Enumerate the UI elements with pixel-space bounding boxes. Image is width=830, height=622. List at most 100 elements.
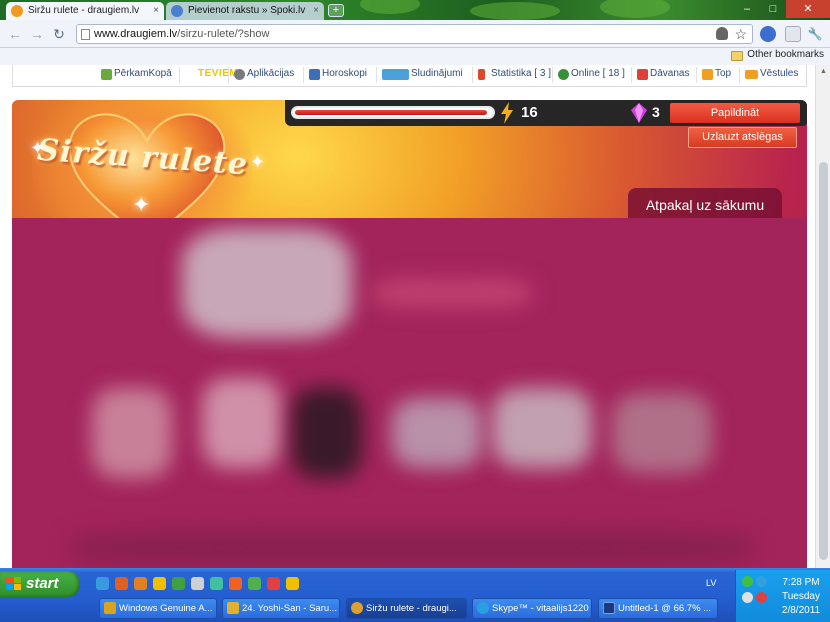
energy-count: 16 — [521, 104, 538, 121]
task-windows-genuine[interactable]: Windows Genuine A... — [99, 598, 217, 619]
chrome-icon — [351, 602, 363, 614]
security-alert-icon[interactable] — [756, 592, 767, 603]
draugiem-favicon-icon — [11, 5, 23, 17]
nav-perkamkopa[interactable]: PērkamKopā — [101, 68, 172, 80]
ads-icon — [382, 69, 409, 80]
blurred-image — [182, 228, 352, 338]
new-tab-button[interactable]: + — [328, 4, 344, 17]
nav-divider — [303, 67, 304, 83]
nav-divider — [552, 67, 553, 83]
scroll-up-icon[interactable]: ▲ — [820, 68, 827, 75]
nav-label: PērkamKopā — [114, 68, 172, 79]
clock[interactable]: 7:28 PM Tuesday 2/8/2011 — [776, 576, 826, 618]
blurred-photo — [612, 393, 712, 473]
folder-icon — [731, 51, 744, 61]
quick-launch-icon[interactable] — [286, 577, 299, 590]
nav-online[interactable]: Online [ 18 ] — [558, 68, 625, 80]
url-domain: www.draugiem.lv — [94, 28, 178, 40]
address-bar[interactable]: www.draugiem.lv/sirzu-rulete/?show ☆ — [76, 24, 753, 44]
privacy-icon[interactable] — [716, 27, 728, 40]
reload-button[interactable]: ↻ — [50, 25, 68, 43]
quick-launch-icon[interactable] — [115, 577, 128, 590]
nav-top[interactable]: Top — [702, 68, 732, 80]
messenger-icon — [227, 602, 239, 614]
wrench-icon[interactable]: 🔧 — [807, 26, 823, 42]
nav-davanas[interactable]: Dāvanas — [637, 68, 689, 80]
nav-divider — [631, 67, 632, 83]
nav-horoskopi[interactable]: Horoskopi — [309, 68, 367, 80]
forward-button[interactable]: → — [28, 25, 46, 43]
diamond-gem-icon — [631, 103, 647, 123]
back-button[interactable]: ← — [6, 25, 24, 43]
quick-launch-icon[interactable] — [172, 577, 185, 590]
horoscope-icon — [309, 69, 320, 80]
start-button[interactable]: start — [0, 571, 80, 597]
quick-launch-icon[interactable] — [248, 577, 261, 590]
url-path: /sirzu-rulete/?show — [177, 28, 270, 40]
skype-tray-icon[interactable] — [756, 576, 767, 587]
teviem-logo[interactable]: TEVIEM — [198, 68, 238, 79]
show-hidden-icons-icon[interactable] — [742, 592, 753, 603]
nav-label: Top — [715, 68, 732, 79]
nav-vestules[interactable]: Vēstules — [745, 68, 798, 79]
page-icon — [81, 29, 90, 40]
photoshop-icon — [603, 602, 615, 614]
task-messenger[interactable]: 24. Yoshi-San - Saru... — [222, 598, 340, 619]
hack-keys-button[interactable]: Uzlauzt atslēgas — [688, 127, 797, 148]
minimize-button[interactable]: – — [734, 0, 760, 18]
nav-label: Online [ 18 ] — [571, 68, 625, 79]
bookmarks-bar: Other bookmarks — [0, 48, 830, 65]
blurred-photo — [202, 378, 282, 468]
blurred-photo — [292, 388, 362, 478]
tab-sirzu-rulete[interactable]: Siržu rulete - draugiem.lv × — [6, 2, 164, 20]
nav-sludinajumi[interactable]: Sludinājumi — [382, 68, 463, 80]
language-indicator[interactable]: LV — [706, 578, 716, 588]
bookmark-star-icon[interactable]: ☆ — [734, 25, 747, 43]
topup-button[interactable]: Papildināt — [670, 103, 800, 123]
wallpaper-leaf — [470, 2, 560, 20]
task-label: Skype™ - vitaalijs1220 — [492, 603, 589, 614]
task-label: Windows Genuine A... — [119, 603, 213, 614]
task-label: Untitled-1 @ 66.7% ... — [618, 603, 712, 614]
spoki-favicon-icon — [171, 5, 183, 17]
nav-divider — [472, 67, 473, 83]
network-icon[interactable] — [742, 576, 753, 587]
tab-close-icon[interactable]: × — [313, 2, 319, 20]
nav-aplikacijas[interactable]: Aplikācijas — [234, 68, 294, 80]
nav-divider — [376, 67, 377, 83]
task-photoshop[interactable]: Untitled-1 @ 66.7% ... — [598, 598, 718, 619]
quick-launch-icon[interactable] — [210, 577, 223, 590]
back-to-start-tab[interactable]: Atpakaļ uz sākumu — [628, 188, 782, 220]
extension-page-icon[interactable] — [785, 26, 801, 42]
tab-close-icon[interactable]: × — [153, 2, 159, 20]
close-window-button[interactable]: ✕ — [786, 0, 830, 18]
quick-launch-icon[interactable] — [267, 577, 280, 590]
gift-icon — [637, 69, 648, 80]
task-skype[interactable]: Skype™ - vitaalijs1220 — [472, 598, 592, 619]
page-viewport: PērkamKopā TEVIEM Aplikācijas Horoskopi … — [0, 65, 815, 568]
nav-statistika[interactable]: Statistika [ 3 ] — [478, 68, 551, 80]
tab-spoki[interactable]: Pievienot rakstu » Spoki.lv × — [166, 2, 324, 20]
scrollbar-thumb[interactable] — [819, 162, 828, 560]
other-bookmarks[interactable]: Other bookmarks — [731, 49, 824, 61]
maximize-button[interactable]: □ — [760, 0, 786, 18]
wallpaper-leaf — [360, 0, 420, 14]
lightning-bolt-icon — [501, 102, 513, 124]
quick-launch-icon[interactable] — [229, 577, 242, 590]
top-icon — [702, 69, 713, 80]
quick-launch-icon[interactable] — [191, 577, 204, 590]
vertical-scrollbar[interactable]: ▲ — [815, 65, 830, 568]
nav-label: Sludinājumi — [411, 68, 463, 79]
quick-launch-icon[interactable] — [96, 577, 109, 590]
quick-launch-icon[interactable] — [134, 577, 147, 590]
extension-globe-icon[interactable] — [760, 26, 776, 42]
mail-icon — [745, 70, 758, 79]
tab-label: Siržu rulete - draugiem.lv — [28, 5, 140, 16]
other-bookmarks-label: Other bookmarks — [747, 49, 824, 60]
clock-time: 7:28 PM — [782, 577, 820, 588]
task-chrome[interactable]: Siržu rulete - draugi... — [346, 598, 467, 619]
sparkle-icon: ✦ — [250, 152, 266, 172]
window-controls: – □ ✕ — [734, 0, 830, 20]
quick-launch-icon[interactable] — [153, 577, 166, 590]
windows-genuine-icon — [104, 602, 116, 614]
